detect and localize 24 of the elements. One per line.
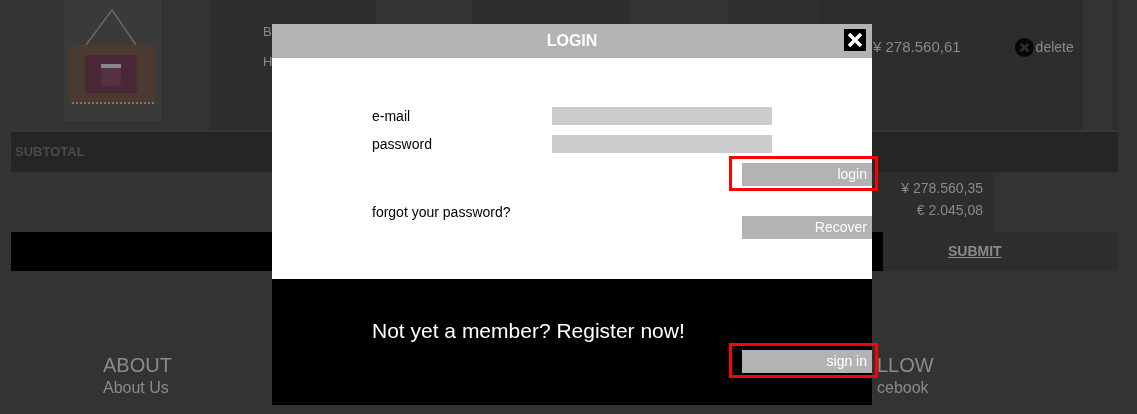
action-button[interactable]: sign in	[742, 350, 872, 373]
forgot-password-text: forgot your password?	[372, 203, 511, 221]
delete-button[interactable]: delete	[1014, 37, 1074, 57]
footer-heading: LLOW	[877, 353, 934, 378]
product-text: H	[263, 53, 273, 71]
close-button[interactable]	[844, 29, 866, 51]
price-text: ¥ 278.560,61	[873, 37, 961, 57]
close-icon	[844, 29, 866, 51]
product-text: B	[263, 23, 272, 41]
footer-link[interactable]: cebook	[877, 378, 934, 398]
dialog-title: LOGIN	[546, 31, 598, 51]
input-field[interactable]	[552, 135, 772, 153]
input-field[interactable]	[552, 107, 772, 125]
delete-icon	[1014, 37, 1034, 57]
footer-heading: ABOUT	[103, 353, 172, 378]
field-label: password	[372, 134, 433, 154]
register-prompt: Not yet a member? Register now!	[372, 318, 685, 344]
field-label: e-mail	[372, 106, 412, 126]
footer-link[interactable]: About Us	[103, 378, 172, 398]
submit-link[interactable]: SUBMIT	[948, 241, 1002, 262]
total-text: ¥ 278.560,35	[901, 179, 983, 198]
action-button[interactable]: Recover	[742, 216, 872, 239]
action-button[interactable]: login	[742, 163, 872, 186]
total-text: € 2.045,08	[916, 201, 983, 220]
